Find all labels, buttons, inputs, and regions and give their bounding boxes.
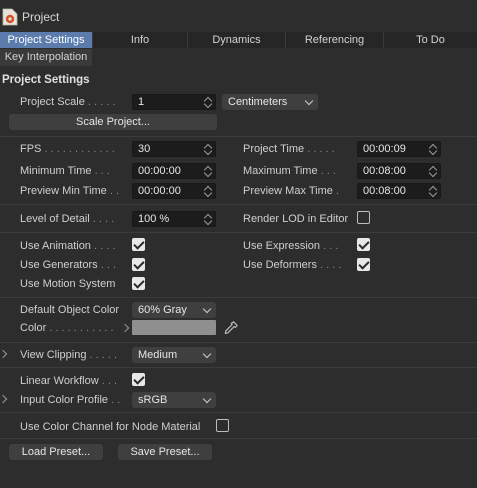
- save-preset-button[interactable]: Save Preset...: [118, 444, 212, 460]
- preview-max-input[interactable]: 00:08:00: [357, 183, 441, 199]
- view-clipping-label: View Clipping . . . . .: [20, 349, 118, 361]
- stepper-icon[interactable]: [205, 165, 212, 177]
- eyedropper-icon[interactable]: [223, 320, 239, 336]
- min-time-label: Minimum Time . . .: [20, 165, 110, 177]
- color-expand-icon[interactable]: [120, 323, 130, 333]
- linear-workflow-label: Linear Workflow . . .: [20, 375, 118, 387]
- preview-min-input[interactable]: 00:00:00: [132, 183, 216, 199]
- project-time-label: Project Time . . . . .: [243, 143, 335, 155]
- use-expression-checkbox[interactable]: [357, 238, 370, 251]
- color-label: Color . . . . . . . . . . .: [20, 322, 114, 334]
- view-clipping-expand-icon[interactable]: [0, 349, 8, 359]
- use-expression-label: Use Expression . . .: [243, 240, 339, 252]
- max-time-label: Maximum Time . . .: [243, 165, 336, 177]
- min-time-input[interactable]: 00:00:00: [132, 163, 216, 179]
- default-object-color-label: Default Object Color: [20, 304, 120, 316]
- tab-dynamics[interactable]: Dynamics: [188, 32, 286, 48]
- divider: [0, 367, 477, 368]
- render-lod-checkbox[interactable]: [357, 211, 370, 224]
- tab-referencing[interactable]: Referencing: [286, 32, 384, 48]
- load-preset-button[interactable]: Load Preset...: [9, 444, 103, 460]
- color-swatch[interactable]: [132, 320, 216, 335]
- input-color-profile-select[interactable]: sRGB: [132, 392, 216, 408]
- render-lod-label: Render LOD in Editor: [243, 213, 349, 225]
- stepper-icon[interactable]: [430, 165, 437, 177]
- view-clipping-select[interactable]: Medium: [132, 347, 216, 363]
- divider: [0, 204, 477, 205]
- tab-info[interactable]: Info: [93, 32, 188, 48]
- project-scale-input[interactable]: 1: [132, 94, 216, 110]
- use-motion-system-label: Use Motion System: [20, 278, 116, 290]
- project-time-input[interactable]: 00:00:09: [357, 141, 441, 157]
- preview-min-label: Preview Min Time . .: [20, 185, 120, 197]
- max-time-input[interactable]: 00:08:00: [357, 163, 441, 179]
- chevron-down-icon: [304, 96, 314, 106]
- fps-input[interactable]: 30: [132, 141, 216, 157]
- use-generators-label: Use Generators . . .: [20, 259, 116, 271]
- scale-project-button[interactable]: Scale Project...: [9, 114, 217, 130]
- section-title: Project Settings: [2, 74, 90, 86]
- divider: [0, 342, 477, 343]
- stepper-icon[interactable]: [430, 143, 437, 155]
- divider: [0, 136, 477, 137]
- input-color-profile-label: Input Color Profile . .: [20, 394, 121, 406]
- fps-label: FPS . . . . . . . . . . . .: [20, 143, 115, 155]
- stepper-icon[interactable]: [430, 185, 437, 197]
- use-deformers-label: Use Deformers . . . .: [243, 259, 342, 271]
- linear-workflow-checkbox[interactable]: [132, 373, 145, 386]
- tab-key-interpolation[interactable]: Key Interpolation: [0, 49, 92, 66]
- scale-unit-select[interactable]: Centimeters: [222, 94, 318, 110]
- lod-input[interactable]: 100 %: [132, 211, 216, 227]
- project-scale-label: Project Scale . . . . .: [20, 96, 116, 108]
- stepper-icon[interactable]: [205, 213, 212, 225]
- tab-to-do[interactable]: To Do: [384, 32, 477, 48]
- use-deformers-checkbox[interactable]: [357, 258, 370, 271]
- tab-bar: Project Settings Info Dynamics Referenci…: [0, 32, 477, 48]
- lod-label: Level of Detail . . . .: [20, 213, 115, 225]
- project-icon: [2, 8, 18, 26]
- preview-max-label: Preview Max Time .: [243, 185, 339, 197]
- stepper-icon[interactable]: [205, 143, 212, 155]
- use-animation-label: Use Animation . . . .: [20, 240, 116, 252]
- divider: [0, 438, 477, 439]
- stepper-icon[interactable]: [205, 96, 212, 108]
- divider: [0, 232, 477, 233]
- use-animation-checkbox[interactable]: [132, 238, 145, 251]
- chevron-down-icon: [202, 304, 212, 314]
- chevron-down-icon: [202, 349, 212, 359]
- divider: [0, 297, 477, 298]
- default-object-color-select[interactable]: 60% Gray: [132, 302, 216, 318]
- stepper-icon[interactable]: [205, 185, 212, 197]
- input-color-profile-expand-icon[interactable]: [0, 394, 8, 404]
- divider: [0, 412, 477, 413]
- color-channel-label: Use Color Channel for Node Material: [20, 421, 201, 433]
- use-generators-checkbox[interactable]: [132, 258, 145, 271]
- chevron-down-icon: [202, 394, 212, 404]
- color-channel-checkbox[interactable]: [216, 419, 229, 432]
- tab-project-settings[interactable]: Project Settings: [0, 32, 93, 48]
- title-bar: [0, 0, 477, 32]
- window-title: Project: [22, 10, 60, 24]
- tab-bar-row2: Key Interpolation: [0, 49, 477, 66]
- use-motion-system-checkbox[interactable]: [132, 277, 145, 290]
